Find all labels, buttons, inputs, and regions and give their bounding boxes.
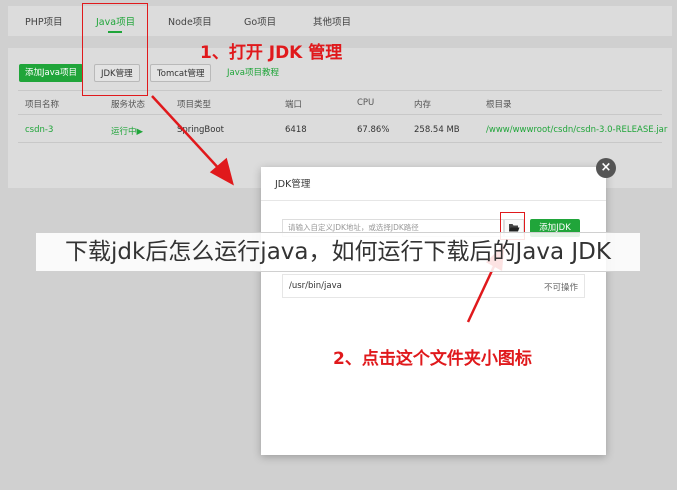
arrow-to-dialog [151, 95, 223, 173]
article-caption: 下载jdk后怎么运行java，如何运行下载后的Java JDK [35, 232, 641, 272]
